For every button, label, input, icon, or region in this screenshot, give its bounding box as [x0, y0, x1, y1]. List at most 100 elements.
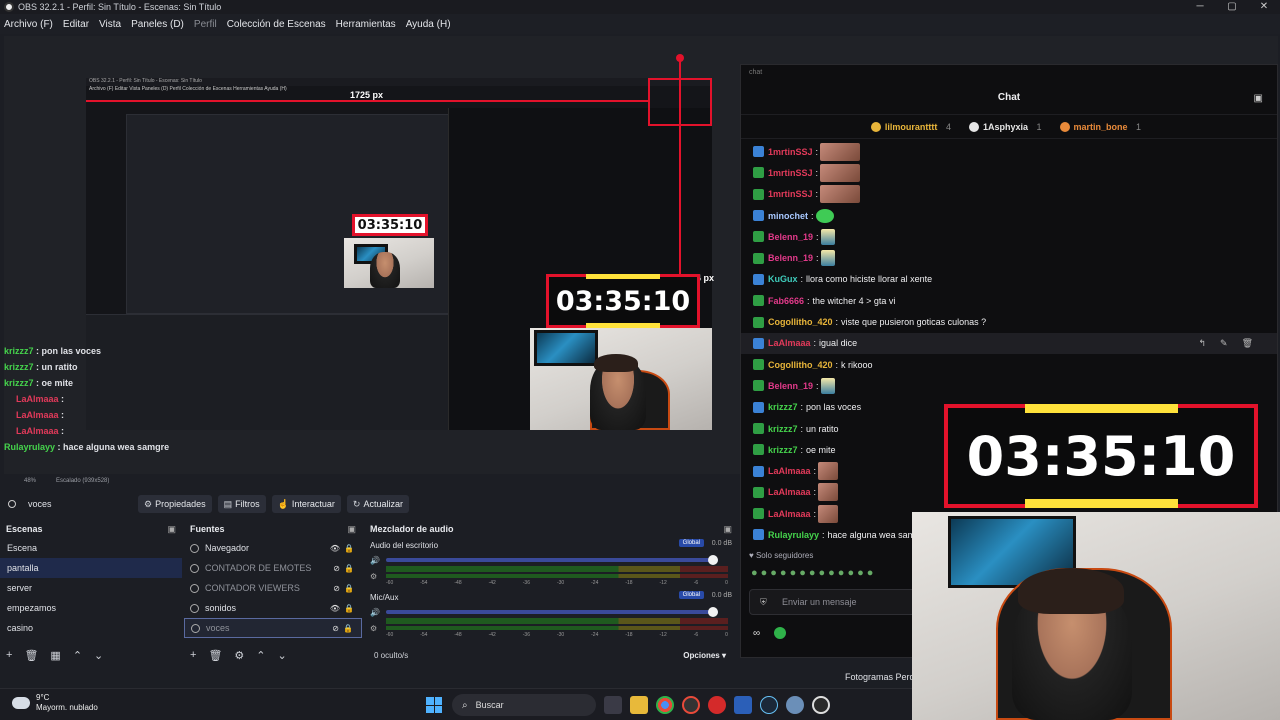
menu-perfil[interactable]: Perfil [194, 19, 217, 30]
chat-message[interactable]: Belenn_19: [741, 226, 1277, 247]
chat-username[interactable]: Belenn_19 [768, 253, 813, 263]
chat-message[interactable]: 1mrtinSSJ: [741, 162, 1277, 183]
chat-username[interactable]: LaAlmaaa [768, 509, 811, 519]
chat-message[interactable]: 1mrtinSSJ: [741, 141, 1277, 162]
filter-icon[interactable]: ▦ [50, 649, 60, 662]
source-item[interactable]: CONTADOR VIEWERS ⊘ 🔒 [184, 578, 362, 598]
source-item-selected[interactable]: voces ⊘ 🔒 [184, 618, 362, 638]
menu-coleccion[interactable]: Colección de Escenas [227, 19, 326, 30]
file-explorer-icon[interactable] [630, 696, 648, 714]
chat-message[interactable]: Cogollitho_420: viste que pusieron gotica… [741, 311, 1277, 332]
chat-username[interactable]: Rulayrulayy [768, 530, 819, 540]
minimize-button[interactable]: ─ [1184, 0, 1216, 14]
eye-hidden-icon[interactable]: ⊘ [333, 564, 340, 573]
obs-icon[interactable] [682, 696, 700, 714]
chat-username[interactable]: LaAlmaaa [768, 487, 811, 497]
chat-username[interactable]: LaAlmaaa [768, 338, 811, 348]
chat-message[interactable]: KuGux: llora como hiciste llorar al xente [741, 269, 1277, 290]
message-actions-icon[interactable]: ↰✎🗑 [1198, 338, 1267, 349]
gear-icon[interactable]: ⚙ [234, 649, 244, 662]
eye-icon[interactable]: 👁 [330, 544, 340, 553]
chat-username[interactable]: Belenn_19 [768, 232, 813, 242]
eye-icon[interactable]: 👁 [330, 604, 340, 613]
scaled-resolution[interactable]: Escalado (939x528) [56, 478, 109, 484]
dock-menu-icon[interactable]: ▣ [723, 524, 732, 535]
leader-item[interactable]: martin_bone 1 [1059, 121, 1148, 132]
close-circle-icon[interactable] [774, 627, 787, 639]
points-icon[interactable]: ∞ [753, 628, 760, 639]
source-item[interactable]: Navegador 👁 🔒 [184, 538, 362, 558]
scene-item[interactable]: casino [0, 618, 182, 638]
trash-icon[interactable]: 🗑 [24, 649, 38, 662]
gear-icon[interactable]: ⚙ [370, 572, 377, 581]
chat-username[interactable]: Belenn_19 [768, 381, 813, 391]
chat-username[interactable]: Fab6666 [768, 296, 804, 306]
dock-menu-icon[interactable]: ▣ [167, 524, 176, 535]
taskbar-search[interactable]: ⌕ Buscar [452, 694, 596, 716]
scene-item-selected[interactable]: pantalla [0, 558, 182, 578]
up-icon[interactable]: ⌃ [73, 649, 82, 662]
chat-username[interactable]: 1mrtinSSJ [768, 147, 813, 157]
chat-message[interactable]: 1mrtinSSJ: [741, 184, 1277, 205]
emote-bar[interactable]: ●●●●●●●●●●●●● [751, 567, 876, 579]
speaker-icon[interactable]: 🔊 [370, 608, 380, 617]
app-red-icon[interactable] [708, 696, 726, 714]
chat-username[interactable]: minochet [768, 211, 808, 221]
menu-ayuda[interactable]: Ayuda (H) [406, 19, 451, 30]
chat-message[interactable]: Belenn_19: [741, 375, 1277, 396]
scene-item[interactable]: server [0, 578, 182, 598]
chat-username[interactable]: KuGux [768, 274, 798, 284]
settings-icon[interactable] [786, 696, 804, 714]
close-button[interactable]: ✕ [1248, 0, 1280, 14]
eye-hidden-icon[interactable]: ⊘ [333, 584, 340, 593]
leader-item[interactable]: lilmourantttt 4 [870, 121, 957, 132]
chat-username[interactable]: krizzz7 [768, 424, 798, 434]
down-icon[interactable]: ⌄ [94, 649, 103, 662]
menu-vista[interactable]: Vista [99, 19, 121, 30]
add-icon[interactable]: + [6, 649, 12, 662]
lock-icon[interactable]: 🔒 [343, 624, 353, 633]
source-item[interactable]: sonidos 👁 🔒 [184, 598, 362, 618]
popout-icon[interactable]: ▣ [1254, 93, 1263, 104]
chat-username[interactable]: krizzz7 [768, 445, 798, 455]
menu-editar[interactable]: Editar [63, 19, 89, 30]
volume-slider[interactable] [386, 558, 718, 562]
trash-icon[interactable]: 🗑 [208, 649, 222, 662]
weather-widget[interactable]: 9°C Mayorm. nublado [12, 693, 98, 713]
chat-message[interactable]: LaAlmaaa: igual dice ↰✎🗑 [741, 332, 1277, 354]
zoom-level[interactable]: 48% [24, 478, 36, 484]
down-icon[interactable]: ⌄ [278, 649, 287, 662]
volume-knob[interactable] [708, 607, 718, 617]
calendar-icon[interactable] [734, 696, 752, 714]
chat-username[interactable]: 1mrtinSSJ [768, 189, 813, 199]
rotate-handle[interactable] [676, 54, 684, 62]
chat-username[interactable]: Cogollitho_420 [768, 317, 833, 327]
dock-menu-icon[interactable]: ▣ [347, 524, 356, 535]
chat-username[interactable]: LaAlmaaa [768, 466, 811, 476]
scene-item[interactable]: Escena [0, 538, 182, 558]
chat-message[interactable]: Belenn_19: [741, 247, 1277, 268]
lock-icon[interactable]: 🔒 [344, 544, 354, 553]
lock-icon[interactable]: 🔒 [344, 604, 354, 613]
maximize-button[interactable]: ▢ [1216, 0, 1248, 14]
chrome-icon[interactable] [656, 696, 674, 714]
lock-icon[interactable]: 🔒 [344, 584, 354, 593]
menu-paneles[interactable]: Paneles (D) [131, 19, 184, 30]
windows-start-icon[interactable] [426, 697, 442, 713]
up-icon[interactable]: ⌃ [256, 649, 265, 662]
source-item[interactable]: CONTADOR DE EMOTES ⊘ 🔒 [184, 558, 362, 578]
scene-item[interactable]: empezamos [0, 598, 182, 618]
eye-hidden-icon[interactable]: ⊘ [332, 624, 339, 633]
lock-icon[interactable]: 🔒 [344, 564, 354, 573]
chat-username[interactable]: Cogollitho_420 [768, 360, 833, 370]
leader-item[interactable]: 1Asphyxia 1 [968, 121, 1048, 132]
gear-icon[interactable]: ⚙ [370, 624, 377, 633]
options-button[interactable]: Opciones ▾ [683, 651, 726, 660]
add-icon[interactable]: + [190, 649, 196, 662]
speaker-icon[interactable]: 🔊 [370, 556, 380, 565]
interact-button[interactable]: ☝ Interactuar [271, 495, 341, 513]
menu-archivo[interactable]: Archivo (F) [4, 19, 53, 30]
refresh-button[interactable]: ↻ Actualizar [346, 495, 409, 513]
properties-button[interactable]: ⚙ Propiedades [138, 495, 212, 513]
chat-username[interactable]: 1mrtinSSJ [768, 168, 813, 178]
